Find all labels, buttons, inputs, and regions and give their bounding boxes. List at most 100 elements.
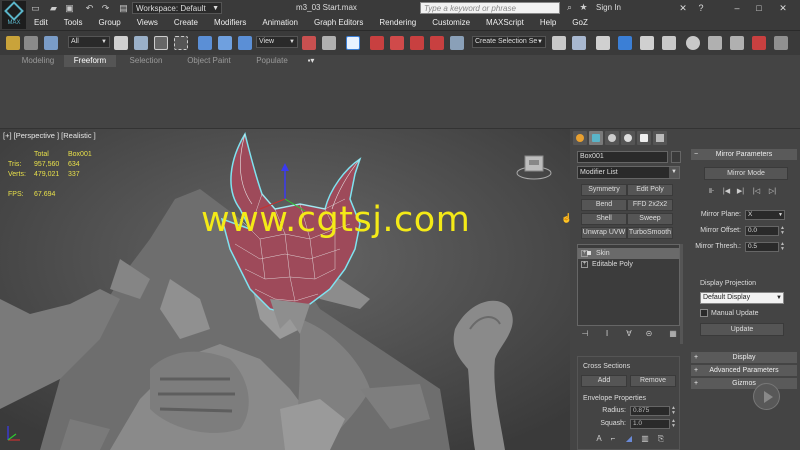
display-projection-dropdown[interactable]: Default Display ▼ [700, 292, 784, 304]
mirror-icon[interactable] [552, 36, 566, 50]
display-rollout-header[interactable]: + Display [691, 352, 797, 363]
viewport-label[interactable]: [+] [Perspective ] [Realistic ] [3, 131, 96, 140]
help-icon[interactable]: ? [694, 2, 708, 14]
exchange-icon[interactable]: ✕ [676, 2, 690, 14]
open-file-icon[interactable]: ▰ [48, 3, 59, 13]
toggle-scene-explorer-icon[interactable] [596, 36, 610, 50]
stack-scrollbar[interactable] [680, 244, 683, 344]
make-unique-icon[interactable]: ∀ [624, 329, 634, 339]
window-crossing-icon[interactable] [174, 36, 188, 50]
percent-snap-icon[interactable] [410, 36, 424, 50]
viewcube-icon[interactable] [516, 153, 552, 181]
sweep-button[interactable]: Sweep [627, 213, 673, 225]
project-folder-icon[interactable]: ▤ [118, 3, 129, 13]
menu-create[interactable]: Create [166, 16, 206, 29]
remove-cross-section-button[interactable]: Remove [630, 375, 676, 387]
minimize-button[interactable]: – [730, 2, 744, 14]
falloff-icon[interactable]: ▥ [640, 434, 650, 444]
spinner-arrows-icon[interactable]: ▲ ▼ [780, 242, 785, 252]
close-button[interactable]: ✕ [776, 2, 790, 14]
menu-graph-editors[interactable]: Graph Editors [306, 16, 371, 29]
tab-populate[interactable]: Populate [244, 55, 300, 67]
display-tab-icon[interactable] [637, 131, 651, 145]
selection-filter-dropdown[interactable]: All ▼ [68, 36, 110, 48]
menu-views[interactable]: Views [129, 16, 166, 29]
subscription-icon[interactable]: ★ [578, 2, 589, 12]
menu-rendering[interactable]: Rendering [371, 16, 424, 29]
menu-animation[interactable]: Animation [254, 16, 306, 29]
edit-named-selection-icon[interactable] [450, 36, 464, 50]
menu-customize[interactable]: Customize [424, 16, 478, 29]
tab-selection[interactable]: Selection [118, 55, 174, 67]
stack-item-editable-poly[interactable]: + Editable Poly [578, 259, 679, 270]
render-production-icon[interactable] [752, 36, 766, 50]
mirror-threshold-spinner[interactable]: 0.5 [745, 242, 779, 252]
paste-green-to-blue-icon[interactable]: |◀ [721, 187, 732, 197]
advanced-parameters-rollout-header[interactable]: + Advanced Parameters [691, 365, 797, 376]
gizmos-rollout-header[interactable]: + Gizmos [691, 378, 797, 389]
spinner-arrows-icon[interactable]: ▲ ▼ [780, 226, 785, 236]
menu-help[interactable]: Help [532, 16, 564, 29]
ribbon-options-icon[interactable]: ▪▾ [302, 55, 320, 67]
modifier-list-dropdown[interactable]: Modifier List ▼ [577, 166, 680, 179]
rendered-frame-window-icon[interactable] [730, 36, 744, 50]
unlink-icon[interactable] [24, 36, 38, 50]
redo-icon[interactable]: ↷ [100, 3, 111, 13]
remove-modifier-icon[interactable]: ⊝ [644, 329, 654, 339]
mirror-plane-dropdown[interactable]: X ▼ [745, 210, 785, 220]
hierarchy-tab-icon[interactable] [605, 131, 619, 145]
menu-maxscript[interactable]: MAXScript [478, 16, 532, 29]
mirror-offset-spinner[interactable]: 0.0 [745, 226, 779, 236]
mirror-mode-button[interactable]: Mirror Mode [704, 167, 788, 180]
expand-icon[interactable]: + [581, 261, 588, 268]
workspace-dropdown[interactable]: Workspace: Default ▼ [132, 2, 222, 14]
curve-editor-icon[interactable] [662, 36, 676, 50]
named-selection-dropdown[interactable]: Create Selection Se ▼ [472, 36, 546, 48]
material-editor-icon[interactable] [686, 36, 700, 50]
spinner-arrows-icon[interactable]: ▲ ▼ [671, 406, 676, 416]
unwrap-uvw-button[interactable]: Unwrap UVW [581, 227, 627, 239]
tab-freeform[interactable]: Freeform [64, 55, 116, 67]
configure-sets-icon[interactable]: ▦ [668, 329, 678, 339]
perspective-viewport[interactable]: [+] [Perspective ] [Realistic ] Total Box… [0, 129, 570, 450]
mirror-parameters-header[interactable]: − Mirror Parameters [691, 149, 797, 160]
pivot-center-icon[interactable] [302, 36, 316, 50]
paste-blue-to-green-icon[interactable]: ▶| [735, 187, 746, 197]
sign-in-button[interactable]: Sign In [596, 3, 621, 12]
paste-blue-verts-icon[interactable]: ▷| [767, 187, 778, 197]
absolute-envelope-icon[interactable]: A [594, 434, 604, 444]
update-button[interactable]: Update [700, 323, 784, 336]
menu-modifiers[interactable]: Modifiers [206, 16, 254, 29]
edit-poly-button[interactable]: Edit Poly [627, 184, 673, 196]
tab-modeling[interactable]: Modeling [12, 55, 64, 67]
search-icon[interactable]: ⌕ [564, 2, 575, 12]
select-by-name-icon[interactable] [134, 36, 148, 50]
scale-icon[interactable] [238, 36, 252, 50]
ffd-button[interactable]: FFD 2x2x2 [627, 199, 673, 211]
menu-edit[interactable]: Edit [26, 16, 56, 29]
spinner-arrows-icon[interactable]: ▲ ▼ [671, 419, 676, 429]
link-icon[interactable] [6, 36, 20, 50]
bulb-icon[interactable] [587, 251, 591, 255]
toggle-layer-explorer-icon[interactable] [618, 36, 632, 50]
render-setup-icon[interactable] [708, 36, 722, 50]
motion-tab-icon[interactable] [621, 131, 635, 145]
bind-space-warp-icon[interactable] [44, 36, 58, 50]
move-icon[interactable] [198, 36, 212, 50]
copy-paste-icon[interactable]: ⎘ [656, 434, 666, 444]
menu-goz[interactable]: GoZ [564, 16, 596, 29]
squash-spinner[interactable]: 1.0 [630, 419, 670, 429]
mirror-paste-icon[interactable]: ⊪ [706, 187, 717, 197]
app-menu-button[interactable]: MAX [2, 1, 26, 29]
rectangular-selection-icon[interactable] [154, 36, 168, 50]
maximize-button[interactable]: □ [752, 2, 766, 14]
undo-icon[interactable]: ↶ [84, 3, 95, 13]
align-icon[interactable] [572, 36, 586, 50]
select-object-icon[interactable] [114, 36, 128, 50]
spinner-snap-icon[interactable] [430, 36, 444, 50]
turbosmooth-button[interactable]: TurboSmooth [627, 227, 673, 239]
paste-green-verts-icon[interactable]: |◁ [751, 187, 762, 197]
envelope-visibility-icon[interactable]: ◢ [624, 434, 634, 444]
create-tab-icon[interactable] [573, 131, 587, 145]
keyboard-shortcut-icon[interactable] [346, 36, 360, 50]
